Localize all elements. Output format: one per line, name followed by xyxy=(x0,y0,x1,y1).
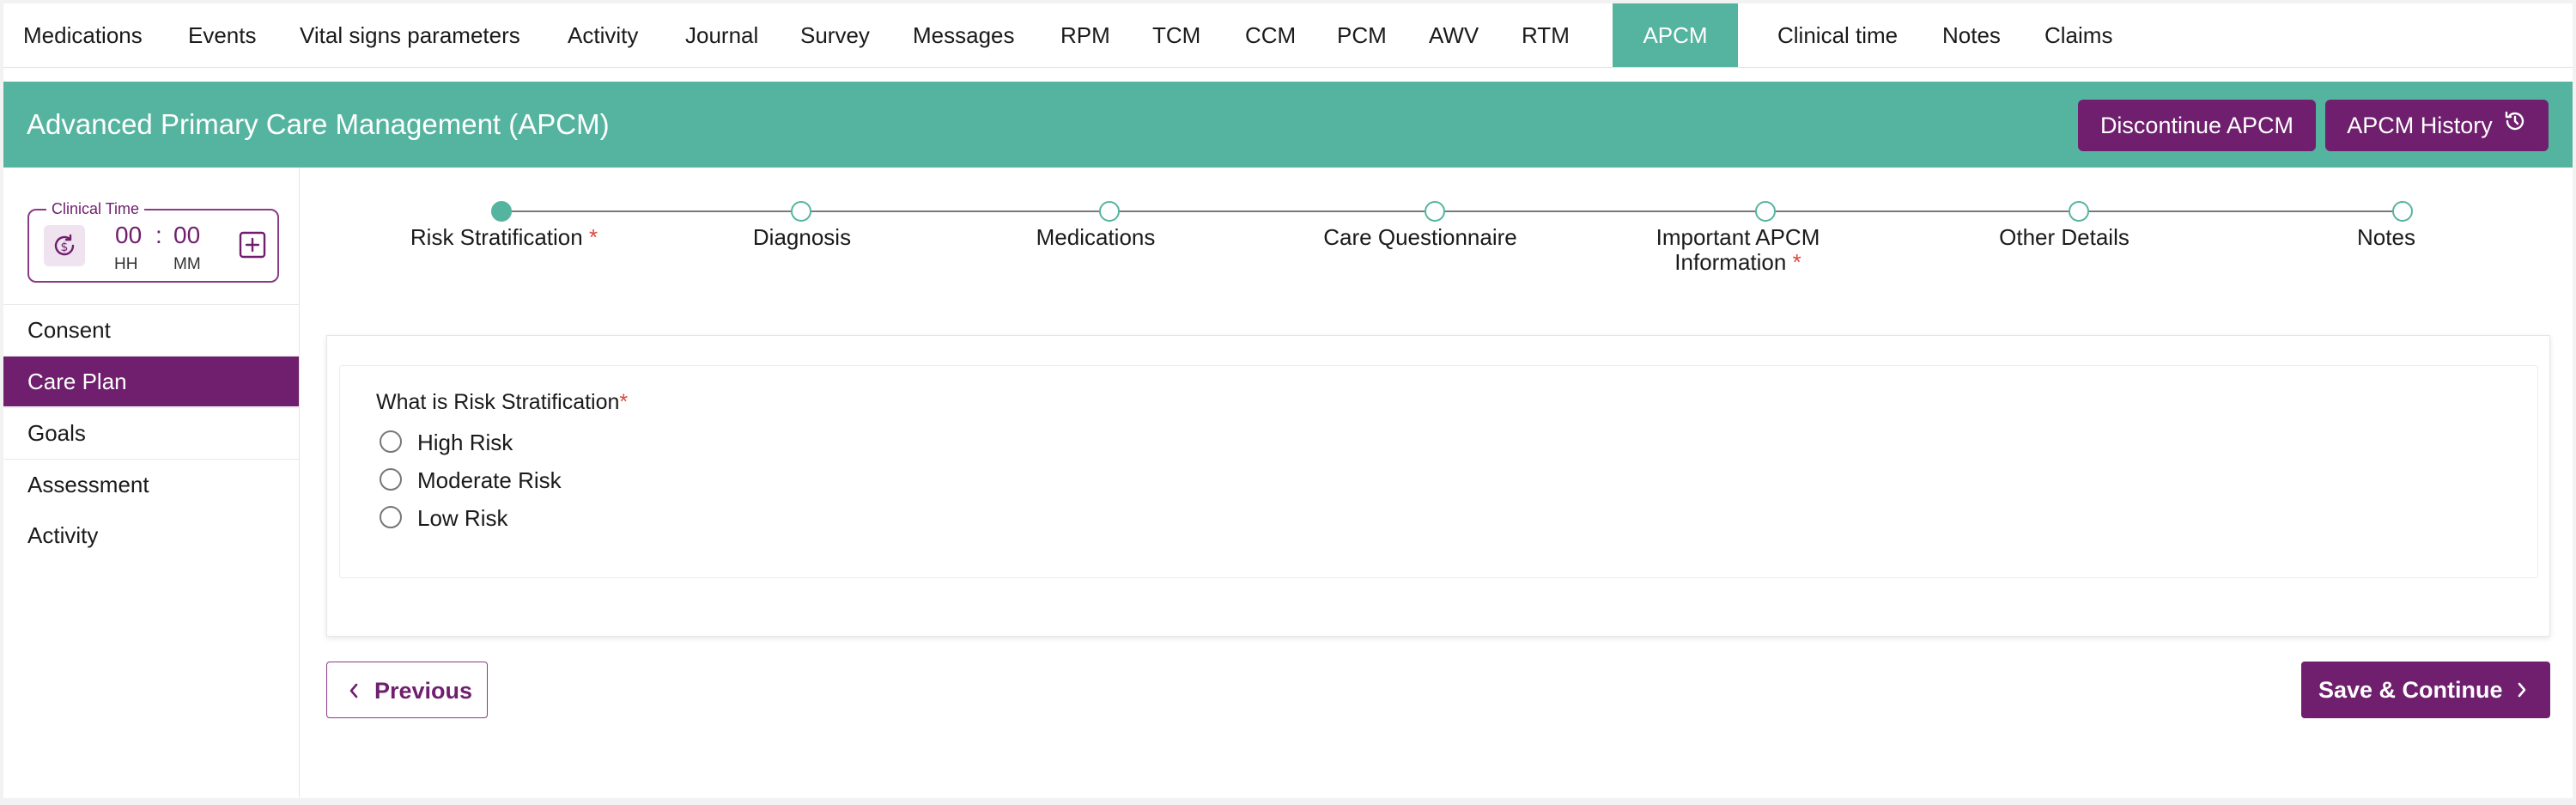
page-title: Advanced Primary Care Management (APCM) xyxy=(27,108,610,140)
tab-awv[interactable]: AWV xyxy=(1429,3,1479,67)
step-dot-diagnosis[interactable] xyxy=(791,201,811,222)
app-frame: Medications Events Vital signs parameter… xyxy=(3,3,2573,798)
page-header: Advanced Primary Care Management (APCM) … xyxy=(3,82,2573,168)
save-and-continue-button[interactable]: Save & Continue xyxy=(2301,662,2550,718)
tab-messages[interactable]: Messages xyxy=(913,3,1015,67)
tab-clinical-time[interactable]: Clinical time xyxy=(1777,3,1898,67)
required-mark: * xyxy=(619,390,629,414)
sidebar-item-assessment[interactable]: Assessment xyxy=(3,459,299,509)
form-card: What is Risk Stratification* High Risk M… xyxy=(326,335,2550,637)
step-dot-important-apcm-information[interactable] xyxy=(1755,201,1776,222)
tab-claims[interactable]: Claims xyxy=(2044,3,2112,67)
apcm-history-label: APCM History xyxy=(2347,113,2493,138)
sidebar-item-label: Consent xyxy=(27,317,111,343)
tab-activity[interactable]: Activity xyxy=(568,3,638,67)
tab-notes[interactable]: Notes xyxy=(1942,3,2001,67)
tab-vital-signs-parameters[interactable]: Vital signs parameters xyxy=(300,3,520,67)
stepper-track xyxy=(501,210,2396,212)
tab-survey[interactable]: Survey xyxy=(800,3,870,67)
step-label-important-apcm-information[interactable]: Important APCM Information * xyxy=(1609,225,1867,275)
step-label-notes[interactable]: Notes xyxy=(2287,225,2485,250)
step-label-risk-stratification[interactable]: Risk Stratification * xyxy=(384,225,624,250)
sidebar-item-label: Assessment xyxy=(27,472,149,497)
required-mark: * xyxy=(1792,249,1801,275)
minutes-unit-label: MM xyxy=(173,255,201,273)
chevron-right-icon xyxy=(2516,662,2528,718)
clinical-time-minutes: 00 xyxy=(173,222,201,248)
tab-tcm[interactable]: TCM xyxy=(1152,3,1200,67)
risk-stratification-question: What is Risk Stratification* xyxy=(376,390,629,414)
sidebar: Clinical Time $ 00 : 00 HH MM Consent Ca… xyxy=(3,168,300,798)
step-dot-notes[interactable] xyxy=(2392,201,2413,222)
tab-apcm[interactable]: APCM xyxy=(1613,3,1738,67)
tab-pcm[interactable]: PCM xyxy=(1337,3,1387,67)
chevron-left-icon xyxy=(348,662,360,719)
top-tab-bar: Medications Events Vital signs parameter… xyxy=(3,3,2573,68)
step-dot-risk-stratification[interactable] xyxy=(491,201,512,222)
option-label: Low Risk xyxy=(417,505,508,531)
previous-button[interactable]: Previous xyxy=(326,662,488,718)
step-dot-care-questionnaire[interactable] xyxy=(1425,201,1445,222)
clinical-time-hours: 00 xyxy=(115,222,143,248)
apcm-history-button[interactable]: APCM History xyxy=(2325,100,2549,151)
sidebar-item-label: Activity xyxy=(27,522,99,548)
clinical-time-separator: : xyxy=(155,222,162,248)
sidebar-item-consent[interactable]: Consent xyxy=(3,304,299,355)
option-label: High Risk xyxy=(417,430,513,455)
step-label-medications[interactable]: Medications xyxy=(984,225,1207,250)
tab-rpm[interactable]: RPM xyxy=(1060,3,1110,67)
history-icon xyxy=(2503,100,2527,151)
risk-stratification-section: What is Risk Stratification* High Risk M… xyxy=(339,365,2538,578)
discontinue-apcm-button[interactable]: Discontinue APCM xyxy=(2078,100,2316,151)
svg-text:$: $ xyxy=(61,241,69,254)
timer-dollar-icon[interactable]: $ xyxy=(44,225,85,266)
sidebar-item-care-plan[interactable]: Care Plan xyxy=(3,356,299,406)
step-dot-other-details[interactable] xyxy=(2069,201,2089,222)
save-and-continue-label: Save & Continue xyxy=(2318,677,2503,703)
sidebar-item-label: Care Plan xyxy=(27,369,127,394)
add-time-icon[interactable] xyxy=(239,231,266,259)
tab-events[interactable]: Events xyxy=(188,3,257,67)
radio-button[interactable] xyxy=(380,430,402,453)
radio-button[interactable] xyxy=(380,468,402,491)
required-mark: * xyxy=(588,224,598,250)
radio-button[interactable] xyxy=(380,506,402,528)
step-label-care-questionnaire[interactable]: Care Questionnaire xyxy=(1291,225,1549,250)
hours-unit-label: HH xyxy=(114,255,138,273)
step-dot-medications[interactable] xyxy=(1099,201,1120,222)
step-label-other-details[interactable]: Other Details xyxy=(1944,225,2184,250)
tab-ccm[interactable]: CCM xyxy=(1245,3,1296,67)
sidebar-item-goals[interactable]: Goals xyxy=(3,407,299,458)
clinical-time-label: Clinical Time xyxy=(46,200,145,218)
option-label: Moderate Risk xyxy=(417,467,562,493)
tab-rtm[interactable]: RTM xyxy=(1522,3,1570,67)
tab-journal[interactable]: Journal xyxy=(685,3,758,67)
discontinue-apcm-label: Discontinue APCM xyxy=(2099,113,2294,138)
step-label-diagnosis[interactable]: Diagnosis xyxy=(690,225,914,250)
previous-label: Previous xyxy=(374,678,473,704)
sidebar-item-label: Goals xyxy=(27,420,86,446)
clinical-time-widget: Clinical Time $ 00 : 00 HH MM xyxy=(27,200,279,283)
tab-medications[interactable]: Medications xyxy=(23,3,143,67)
sidebar-item-activity[interactable]: Activity xyxy=(3,510,299,560)
